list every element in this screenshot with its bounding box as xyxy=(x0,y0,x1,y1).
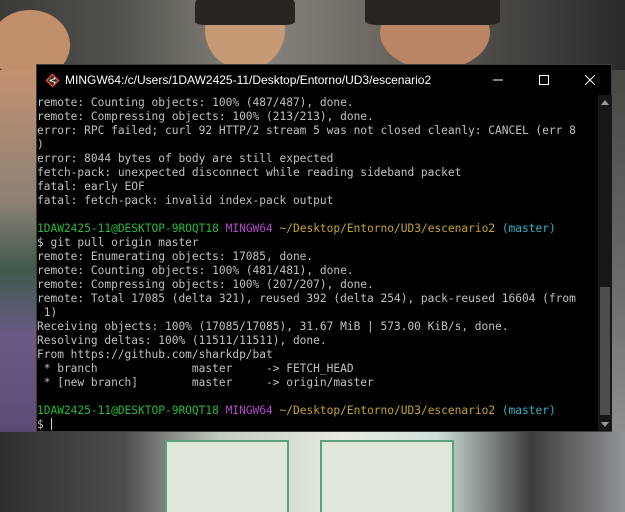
scroll-up-button[interactable] xyxy=(598,95,612,109)
terminal-line: 1DAW2425-11@DESKTOP-9ROQT18 MINGW64 ~/De… xyxy=(37,222,598,236)
prompt-symbol: $ xyxy=(37,418,44,431)
maximize-icon xyxy=(539,75,549,85)
text-cursor xyxy=(50,418,52,430)
terminal-line: 1) xyxy=(37,306,598,320)
terminal-text-segment: * branch master -> FETCH_HEAD xyxy=(37,362,354,375)
background-photo-bottom xyxy=(0,432,625,512)
terminal-line: $ git pull origin master xyxy=(37,236,598,250)
photo-hair-right xyxy=(365,0,500,25)
minimize-icon xyxy=(493,79,503,81)
terminal-text-segment: (master) xyxy=(501,404,556,417)
minimize-button[interactable] xyxy=(475,65,521,95)
terminal-line: error: RPC failed; curl 92 HTTP/2 stream… xyxy=(37,124,598,138)
maximize-button[interactable] xyxy=(521,65,567,95)
terminal-text-segment: fatal: fetch-pack: invalid index-pack ou… xyxy=(37,194,334,207)
terminal-line: * branch master -> FETCH_HEAD xyxy=(37,362,598,376)
terminal-line: fetch-pack: unexpected disconnect while … xyxy=(37,166,598,180)
photo-hair-center xyxy=(195,0,295,25)
terminal-text-segment: (master) xyxy=(501,222,556,235)
terminal-line: remote: Compressing objects: 100% (213/2… xyxy=(37,110,598,124)
terminal-line: remote: Total 17085 (delta 321), reused … xyxy=(37,292,598,306)
terminal-line: fatal: fetch-pack: invalid index-pack ou… xyxy=(37,194,598,208)
scroll-up-icon xyxy=(601,99,609,105)
terminal-line: remote: Counting objects: 100% (481/481)… xyxy=(37,264,598,278)
terminal-text-segment: MINGW64 xyxy=(225,222,273,235)
terminal-window[interactable]: MINGW64:/c/Users/1DAW2425-11/Desktop/Ent… xyxy=(36,64,612,432)
terminal-line: * [new branch] master -> origin/master xyxy=(37,376,598,390)
photo-cloth-left xyxy=(165,440,289,512)
terminal-line: Resolving deltas: 100% (11511/11511), do… xyxy=(37,334,598,348)
terminal-text-segment: remote: Total 17085 (delta 321), reused … xyxy=(37,292,576,305)
prompt-line[interactable]: $ xyxy=(37,418,598,432)
terminal-text-segment: * [new branch] master -> origin/master xyxy=(37,376,374,389)
terminal-text-segment: Resolving deltas: 100% (11511/11511), do… xyxy=(37,334,327,347)
close-button[interactable] xyxy=(567,65,613,95)
terminal-text-segment: ~/Desktop/Entorno/UD3/escenario2 xyxy=(279,404,496,417)
terminal-text-segment: 1) xyxy=(37,306,58,319)
terminal-text-segment: 1DAW2425-11@DESKTOP-9ROQT18 xyxy=(37,404,219,417)
terminal-text-segment: Receiving objects: 100% (17085/17085), 3… xyxy=(37,320,509,333)
terminal-line: remote: Compressing objects: 100% (207/2… xyxy=(37,278,598,292)
terminal-text-segment: error: 8044 bytes of body are still expe… xyxy=(37,152,334,165)
title-bar[interactable]: MINGW64:/c/Users/1DAW2425-11/Desktop/Ent… xyxy=(37,65,611,95)
terminal-text-segment: ~/Desktop/Entorno/UD3/escenario2 xyxy=(279,222,496,235)
terminal-text-segment: 1DAW2425-11@DESKTOP-9ROQT18 xyxy=(37,222,219,235)
scrollbar-thumb[interactable] xyxy=(600,287,610,415)
window-title: MINGW64:/c/Users/1DAW2425-11/Desktop/Ent… xyxy=(65,73,432,87)
scroll-down-icon xyxy=(601,421,609,427)
terminal-output[interactable]: remote: Counting objects: 100% (487/487)… xyxy=(37,95,598,432)
terminal-line: fatal: early EOF xyxy=(37,180,598,194)
terminal-text-segment: remote: Enumerating objects: 17085, done… xyxy=(37,250,314,263)
terminal-text-segment: fetch-pack: unexpected disconnect while … xyxy=(37,166,462,179)
git-bash-icon[interactable] xyxy=(45,73,60,88)
terminal-text-segment: remote: Counting objects: 100% (487/487)… xyxy=(37,96,354,109)
terminal-line: Receiving objects: 100% (17085/17085), 3… xyxy=(37,320,598,334)
background-photo-top xyxy=(0,0,625,70)
terminal-text-segment: fatal: early EOF xyxy=(37,180,145,193)
photo-cloth-right xyxy=(320,440,454,512)
terminal-line: remote: Counting objects: 100% (487/487)… xyxy=(37,96,598,110)
terminal-text-segment: From https://github.com/sharkdp/bat xyxy=(37,348,273,361)
scroll-down-button[interactable] xyxy=(598,417,612,431)
terminal-line: ) xyxy=(37,138,598,152)
terminal-line: From https://github.com/sharkdp/bat xyxy=(37,348,598,362)
terminal-text-segment: MINGW64 xyxy=(225,404,273,417)
terminal-line: error: 8044 bytes of body are still expe… xyxy=(37,152,598,166)
vertical-scrollbar[interactable] xyxy=(598,95,612,431)
terminal-text-segment: remote: Counting objects: 100% (481/481)… xyxy=(37,264,354,277)
terminal-text-segment: $ git pull origin master xyxy=(37,236,199,249)
terminal-text-segment: remote: Compressing objects: 100% (213/2… xyxy=(37,110,374,123)
terminal-text-segment: ) xyxy=(37,138,44,151)
terminal-text-segment: remote: Compressing objects: 100% (207/2… xyxy=(37,278,374,291)
terminal-line: 1DAW2425-11@DESKTOP-9ROQT18 MINGW64 ~/De… xyxy=(37,404,598,418)
terminal-text-segment: error: RPC failed; curl 92 HTTP/2 stream… xyxy=(37,124,576,137)
close-icon xyxy=(585,75,595,85)
terminal-line: remote: Enumerating objects: 17085, done… xyxy=(37,250,598,264)
